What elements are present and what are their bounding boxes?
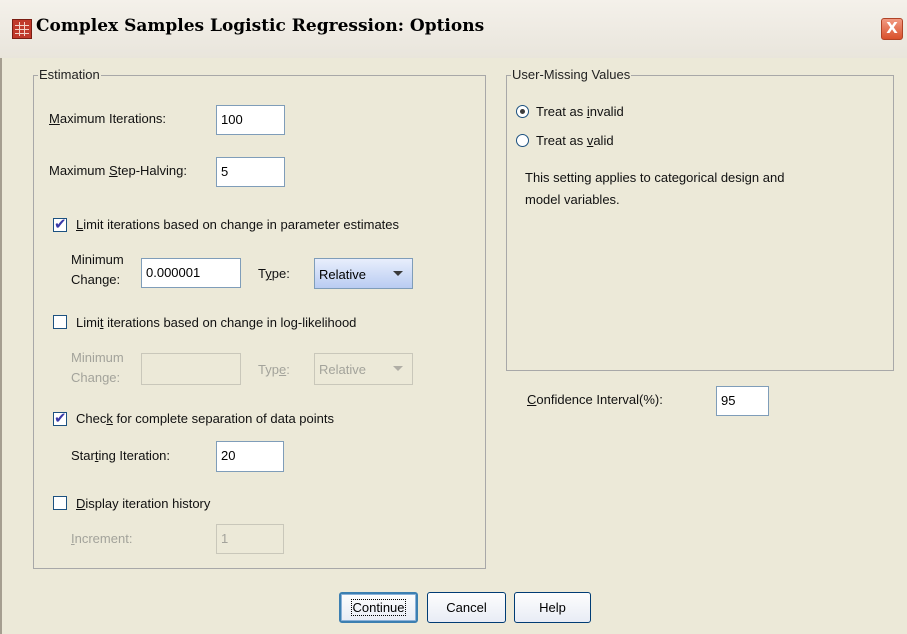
confidence-interval-input[interactable]: 95 — [716, 386, 769, 416]
treat-invalid-label[interactable]: Treat as invalid — [536, 104, 624, 119]
limit-loglik-label[interactable]: Limit iterations based on change in log-… — [76, 315, 356, 330]
history-label[interactable]: Display iteration history — [76, 496, 210, 511]
starting-iteration-label: Starting Iteration: — [71, 448, 171, 463]
loglik-min-change-input — [141, 353, 241, 385]
treat-invalid-radio[interactable] — [516, 105, 529, 118]
window-title: Complex Samples Logistic Regression: Opt… — [36, 16, 485, 36]
loglik-min-change-label-2: Change: — [71, 370, 121, 385]
separation-label[interactable]: Check for complete separation of data po… — [76, 411, 334, 426]
max-step-halving-input[interactable]: 5 — [216, 157, 285, 187]
title-bar[interactable]: Complex Samples Logistic Regression: Opt… — [0, 0, 907, 59]
user-missing-group: User-Missing Values — [506, 68, 894, 371]
loglik-type-label: Type: — [258, 362, 290, 377]
chevron-down-icon — [393, 271, 403, 276]
spss-table-icon — [12, 19, 32, 39]
limit-param-checkbox[interactable] — [53, 214, 67, 234]
separation-checkbox[interactable] — [53, 408, 67, 428]
loglik-min-change-label-1: Minimum — [71, 350, 124, 365]
param-min-change-label-1: Minimum — [71, 252, 124, 267]
confidence-interval-label: Confidence Interval(%): — [527, 392, 663, 407]
max-iterations-input[interactable]: 100 — [216, 105, 285, 135]
loglik-type-dropdown: Relative — [314, 353, 413, 385]
increment-input: 1 — [216, 524, 284, 554]
param-type-dropdown[interactable]: Relative — [314, 258, 413, 289]
param-type-label: Type: — [258, 266, 290, 281]
help-button[interactable]: Help — [514, 592, 591, 623]
starting-iteration-input[interactable]: 20 — [216, 441, 284, 472]
treat-valid-radio[interactable] — [516, 134, 529, 147]
loglik-type-value: Relative — [319, 362, 366, 377]
increment-label: Increment: — [71, 531, 133, 546]
estimation-group-label: Estimation — [38, 67, 101, 82]
treat-valid-label[interactable]: Treat as valid — [536, 133, 614, 148]
user-missing-note-1: This setting applies to categorical desi… — [525, 170, 785, 185]
user-missing-group-label: User-Missing Values — [511, 67, 632, 82]
cancel-button[interactable]: Cancel — [427, 592, 506, 623]
param-min-change-label-2: Change: — [71, 272, 121, 287]
max-iterations-label: Maximum Iterations: — [49, 111, 167, 126]
param-min-change-input[interactable]: 0.000001 — [141, 258, 241, 288]
limit-param-label[interactable]: Limit iterations based on change in para… — [76, 217, 399, 232]
limit-loglik-checkbox[interactable] — [53, 315, 67, 329]
param-type-value: Relative — [319, 267, 366, 282]
close-button[interactable]: X — [881, 18, 903, 40]
max-step-halving-label: Maximum Step-Halving: — [49, 163, 187, 178]
options-dialog: Complex Samples Logistic Regression: Opt… — [0, 0, 907, 634]
chevron-down-icon — [393, 366, 403, 371]
user-missing-note-2: model variables. — [525, 192, 620, 207]
continue-button[interactable]: Continue — [339, 592, 418, 623]
history-checkbox[interactable] — [53, 496, 67, 510]
